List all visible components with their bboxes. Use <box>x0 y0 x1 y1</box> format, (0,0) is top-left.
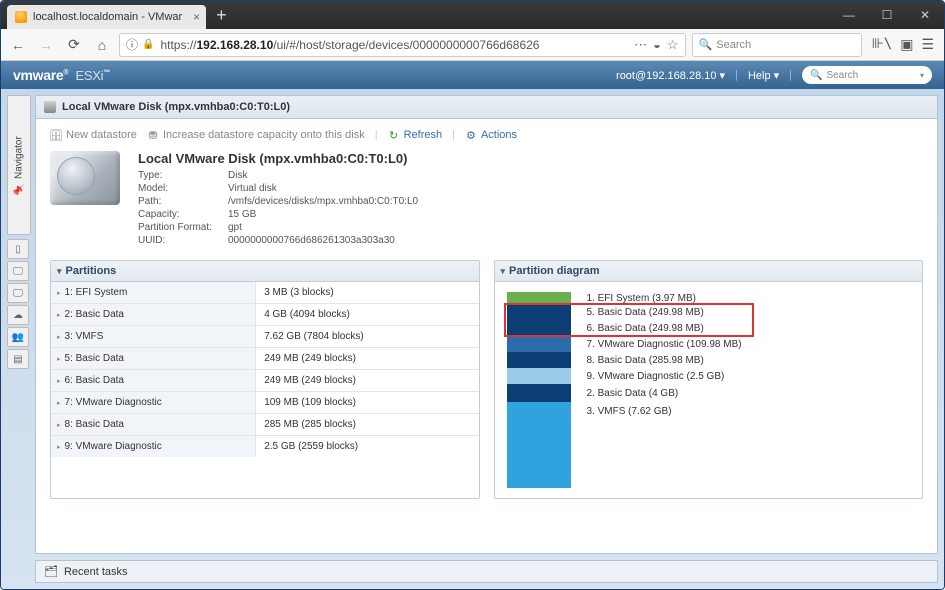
diagram-segment <box>507 352 571 368</box>
nav-more-icon[interactable]: ▤ <box>7 349 29 369</box>
new-tab-button[interactable]: + <box>216 5 227 26</box>
lock-icon: 🔒 <box>142 39 154 50</box>
diagram-segment <box>507 384 571 402</box>
diagram-label: 7. VMware Diagnostic (109.98 MB) <box>587 336 911 352</box>
window-minimize-button[interactable]: — <box>830 1 868 29</box>
url-text: https://192.168.28.10/ui/#/host/storage/… <box>160 38 634 52</box>
table-row[interactable]: ▸6: Basic Data249 MB (249 blocks) <box>51 370 479 392</box>
browser-addressbar: ← → ⟳ ⌂ ⓘ 🔒 https://192.168.28.10/ui/#/h… <box>1 29 944 61</box>
partition-diagram-labels: 1. EFI System (3.97 MB)5. Basic Data (24… <box>587 292 911 488</box>
diagram-segment <box>507 304 571 320</box>
navigator-toggle[interactable]: 📌 Navigator <box>7 95 31 235</box>
disk-properties: Type:Disk Model:Virtual disk Path:/vmfs/… <box>138 170 418 246</box>
diagram-label: 3. VMFS (7.62 GB) <box>587 402 911 488</box>
disk-large-icon <box>50 151 120 205</box>
search-placeholder: Search <box>716 39 751 51</box>
more-icon[interactable]: ⋯ <box>634 37 647 53</box>
sidebar-icon[interactable]: ▣ <box>900 36 913 53</box>
increase-icon: ⛃ <box>147 129 159 141</box>
esxi-topbar: vmware® ESXi™ root@192.168.28.10 ▾ | Hel… <box>1 61 944 89</box>
window-close-button[interactable]: ✕ <box>906 1 944 29</box>
chevron-down-icon: ▾ <box>501 266 506 277</box>
reload-button[interactable]: ⟳ <box>63 34 85 56</box>
partitions-panel: ▾ Partitions ▸1: EFI System3 MB (3 block… <box>50 260 480 499</box>
diagram-label: 9. VMware Diagnostic (2.5 GB) <box>587 368 911 384</box>
diagram-label: 2. Basic Data (4 GB) <box>587 384 911 402</box>
refresh-icon: ↻ <box>388 129 400 141</box>
diagram-header[interactable]: ▾ Partition diagram <box>495 261 923 282</box>
nav-vm-icon[interactable]: 🖵 <box>7 261 29 281</box>
actions-button[interactable]: ⚙Actions <box>465 129 517 141</box>
table-row[interactable]: ▸8: Basic Data285 MB (285 blocks) <box>51 414 479 436</box>
window-titlebar: localhost.localdomain - VMwar × + — ☐ ✕ <box>1 1 944 29</box>
tasks-icon: 🗂 <box>44 565 58 578</box>
chevron-right-icon: ▸ <box>57 333 61 341</box>
diagram-panel: ▾ Partition diagram 1. EFI System (3.97 … <box>494 260 924 499</box>
chevron-right-icon: ▸ <box>57 377 61 385</box>
menu-icon[interactable]: ☰ <box>921 36 934 53</box>
table-row[interactable]: ▸1: EFI System3 MB (3 blocks) <box>51 282 479 304</box>
chevron-down-icon: ▾ <box>920 71 924 80</box>
nav-host-icon[interactable]: ▯ <box>7 239 29 259</box>
toolbar: 🗄New datastore ⛃Increase datastore capac… <box>50 129 923 141</box>
nav-vm2-icon[interactable]: 🖵 <box>7 283 29 303</box>
partition-diagram-stack <box>507 292 571 488</box>
chevron-right-icon: ▸ <box>57 289 61 297</box>
chevron-right-icon: ▸ <box>57 421 61 429</box>
new-datastore-button: 🗄New datastore <box>50 129 137 141</box>
chevron-right-icon: ▸ <box>57 443 61 451</box>
tab-title: localhost.localdomain - VMwar <box>33 11 182 23</box>
diagram-label: 1. EFI System (3.97 MB) <box>587 292 911 304</box>
refresh-button[interactable]: ↻Refresh <box>388 129 443 141</box>
diagram-segment <box>507 402 571 488</box>
search-icon: 🔍 <box>699 38 713 51</box>
tab-favicon <box>15 11 27 23</box>
user-menu[interactable]: root@192.168.28.10 ▾ <box>616 69 725 82</box>
page-title: Local VMware Disk (mpx.vmhba0:C0:T0:L0) <box>62 101 290 113</box>
table-row[interactable]: ▸5: Basic Data249 MB (249 blocks) <box>51 348 479 370</box>
search-icon: 🔍 <box>810 70 822 81</box>
vmware-logo: vmware® ESXi™ <box>13 67 110 83</box>
pin-icon: 📌 <box>13 183 25 194</box>
info-icon: ⓘ <box>126 36 138 53</box>
table-row[interactable]: ▸9: VMware Diagnostic2.5 GB (2559 blocks… <box>51 436 479 457</box>
diagram-label: 6. Basic Data (249.98 MB) <box>587 320 911 336</box>
library-icon[interactable]: ⊪\ <box>872 36 893 53</box>
diagram-segment <box>507 320 571 336</box>
nav-storage-icon[interactable]: ☁ <box>7 305 29 325</box>
nav-network-icon[interactable]: 👥 <box>7 327 29 347</box>
diagram-segment <box>507 336 571 352</box>
gear-icon: ⚙ <box>465 129 477 141</box>
browser-tab[interactable]: localhost.localdomain - VMwar × <box>7 5 206 29</box>
diagram-label: 8. Basic Data (285.98 MB) <box>587 352 911 368</box>
table-row[interactable]: ▸3: VMFS7.62 GB (7804 blocks) <box>51 326 479 348</box>
table-row[interactable]: ▸2: Basic Data4 GB (4094 blocks) <box>51 304 479 326</box>
chevron-right-icon: ▸ <box>57 355 61 363</box>
forward-button[interactable]: → <box>35 34 57 56</box>
recent-tasks-bar[interactable]: 🗂 Recent tasks <box>35 560 938 583</box>
chevron-right-icon: ▸ <box>57 311 61 319</box>
diagram-label: 5. Basic Data (249.98 MB) <box>587 304 911 320</box>
url-input[interactable]: ⓘ 🔒 https://192.168.28.10/ui/#/host/stor… <box>119 33 686 57</box>
home-button[interactable]: ⌂ <box>91 34 113 56</box>
pocket-icon[interactable]: ◒ <box>653 37 661 53</box>
chevron-right-icon: ▸ <box>57 399 61 407</box>
browser-search-input[interactable]: 🔍 Search <box>692 33 862 57</box>
window-maximize-button[interactable]: ☐ <box>868 1 906 29</box>
page-title-bar: Local VMware Disk (mpx.vmhba0:C0:T0:L0) <box>35 95 938 119</box>
diagram-segment <box>507 368 571 384</box>
table-row[interactable]: ▸7: VMware Diagnostic109 MB (109 blocks) <box>51 392 479 414</box>
increase-capacity-button: ⛃Increase datastore capacity onto this d… <box>147 129 365 141</box>
back-button[interactable]: ← <box>7 34 29 56</box>
tab-close-icon[interactable]: × <box>193 10 200 24</box>
chevron-down-icon: ▾ <box>57 266 62 277</box>
esxi-search-input[interactable]: 🔍 Search ▾ <box>802 66 932 84</box>
help-menu[interactable]: Help ▾ <box>748 69 779 82</box>
datastore-icon: 🗄 <box>50 129 62 141</box>
partitions-header[interactable]: ▾ Partitions <box>51 261 479 282</box>
disk-title: Local VMware Disk (mpx.vmhba0:C0:T0:L0) <box>138 151 418 166</box>
diagram-segment <box>507 292 571 304</box>
star-icon[interactable]: ☆ <box>667 37 679 53</box>
disk-icon <box>44 101 56 113</box>
